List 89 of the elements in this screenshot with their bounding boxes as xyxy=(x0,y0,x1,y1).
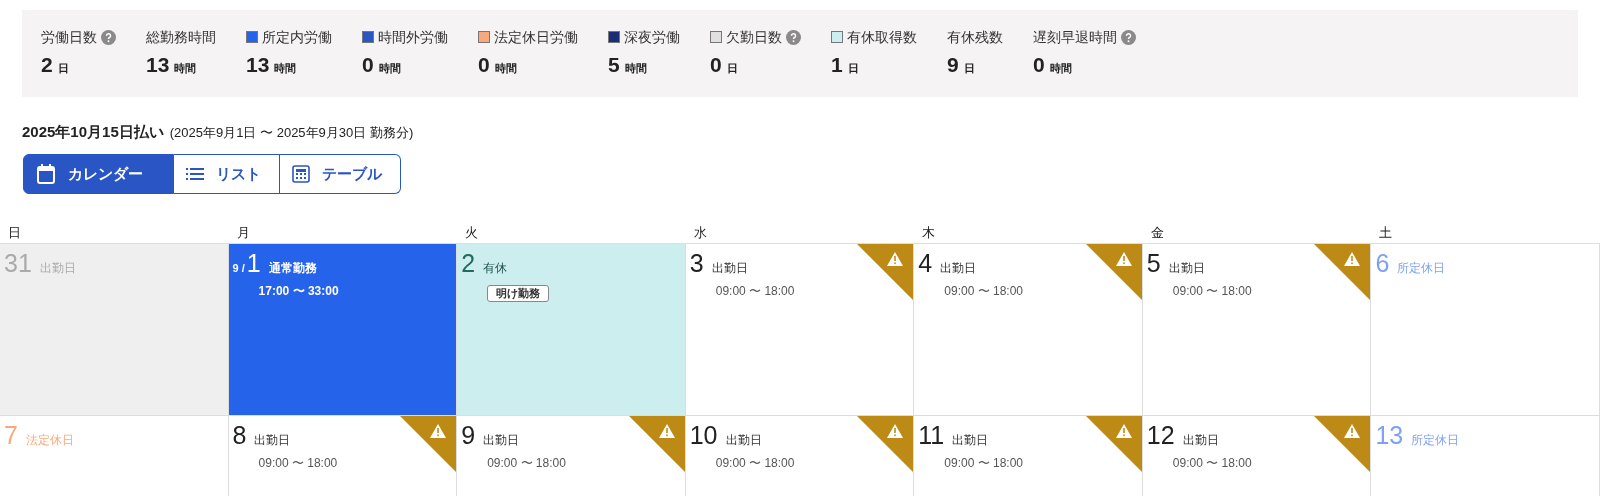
day-number: 3 xyxy=(689,248,704,279)
day-number: 5 xyxy=(1146,248,1161,279)
day-status: 出勤日 xyxy=(1168,260,1205,277)
day-status: 出勤日 xyxy=(725,432,762,449)
stat-value: 5 xyxy=(608,52,620,78)
day-number: 4 xyxy=(918,248,933,279)
day-number: 31 xyxy=(4,248,32,279)
month-label: 9 / xyxy=(232,261,245,276)
work-time: 09:00 〜 18:00 xyxy=(714,283,796,300)
day-number: 11 xyxy=(918,420,945,451)
stat-unit: 時間 xyxy=(378,61,401,76)
day-status: 出勤日 xyxy=(1182,432,1219,449)
stat-label: 深夜労働 xyxy=(624,27,680,47)
day-status: 出勤日 xyxy=(711,260,748,277)
day-number: 10 xyxy=(689,420,718,451)
stat-unit: 時間 xyxy=(494,61,517,76)
help-icon[interactable] xyxy=(101,29,116,45)
stat-unit: 日 xyxy=(57,61,69,76)
day-status: 出勤日 xyxy=(952,432,989,449)
day-status: 出勤日 xyxy=(483,432,520,449)
day-status: 所定休日 xyxy=(1397,260,1446,277)
work-time: 09:00 〜 18:00 xyxy=(486,455,567,472)
day-status: 通常勤務 xyxy=(268,260,317,277)
day-status: 出勤日 xyxy=(39,260,76,277)
work-time: 09:00 〜 18:00 xyxy=(257,455,339,472)
day-number: 2 xyxy=(461,248,476,279)
calendar-icon xyxy=(36,163,56,185)
view-tab[interactable]: リスト xyxy=(174,154,280,194)
stat-unit: 時間 xyxy=(274,61,297,76)
stat-unit: 日 xyxy=(963,61,975,76)
stat-value: 13 xyxy=(246,52,270,78)
day-number: 1 xyxy=(246,248,261,279)
stat-label: 法定休日労働 xyxy=(494,27,578,47)
stat-value: 0 xyxy=(1033,52,1045,78)
stat-unit: 時間 xyxy=(1049,61,1072,76)
stat-label: 所定内労働 xyxy=(262,27,332,47)
stat-label: 有休残数 xyxy=(947,27,1003,47)
day-number: 12 xyxy=(1146,420,1175,451)
stat-value: 0 xyxy=(362,52,374,78)
day-number: 9 xyxy=(461,420,476,451)
weekday-header: 水 xyxy=(693,225,707,240)
view-tab[interactable]: テーブル xyxy=(280,154,401,194)
weekday-header: 金 xyxy=(1150,225,1164,240)
stat-value: 0 xyxy=(478,52,490,78)
weekday-header: 火 xyxy=(465,225,479,240)
weekday-header: 木 xyxy=(922,225,936,240)
day-number: 7 xyxy=(4,420,18,451)
shift-tag: 明け勤務 xyxy=(487,285,550,302)
stat-value: 1 xyxy=(831,52,843,78)
stat-label: 時間外労働 xyxy=(378,27,448,47)
stat-unit: 日 xyxy=(847,61,859,76)
stat-unit: 時間 xyxy=(174,61,197,76)
stat-value: 0 xyxy=(710,52,722,78)
list-icon xyxy=(186,167,204,181)
stat-value: 2 xyxy=(41,52,53,78)
calculator-icon xyxy=(292,165,310,183)
stat-label: 総勤務時間 xyxy=(146,27,216,47)
stat-label: 遅刻早退時間 xyxy=(1033,27,1117,47)
day-status: 有休 xyxy=(483,260,508,277)
day-status: 出勤日 xyxy=(940,260,977,277)
work-time: 09:00 〜 18:00 xyxy=(1171,455,1253,472)
calendar-day-cell[interactable]: 2 有休 明け勤務 xyxy=(457,244,686,415)
calendar-day-cell[interactable]: 9 /1 通常勤務 17:00 〜 33:00 xyxy=(228,244,458,415)
weekday-header: 月 xyxy=(236,225,250,240)
day-number: 8 xyxy=(232,420,247,451)
work-time: 09:00 〜 18:00 xyxy=(714,455,796,472)
work-time: 09:00 〜 18:00 xyxy=(943,283,1024,300)
payday-title: 2025年10月15日払い xyxy=(22,122,164,142)
work-time: 09:00 〜 18:00 xyxy=(1171,283,1253,300)
view-tab[interactable]: カレンダー xyxy=(23,154,174,194)
weekday-header: 日 xyxy=(8,225,21,240)
stat-label: 労働日数 xyxy=(41,27,97,47)
day-status: 法定休日 xyxy=(25,432,74,449)
work-period: (2025年9月1日 〜 2025年9月30日 勤務分) xyxy=(169,124,414,142)
work-time: 17:00 〜 33:00 xyxy=(257,283,340,300)
stat-label: 有休取得数 xyxy=(847,27,917,47)
weekday-header: 土 xyxy=(1379,225,1393,240)
stat-value: 13 xyxy=(146,52,170,78)
stat-value: 9 xyxy=(947,52,959,78)
help-icon[interactable] xyxy=(1121,29,1136,45)
day-status: 所定休日 xyxy=(1411,432,1460,449)
work-time: 09:00 〜 18:00 xyxy=(943,455,1024,472)
day-status: 出勤日 xyxy=(254,432,291,449)
stat-unit: 日 xyxy=(726,61,738,76)
stat-label: 欠勤日数 xyxy=(726,27,782,47)
stat-unit: 時間 xyxy=(624,61,647,76)
day-number: 6 xyxy=(1375,248,1390,279)
day-number: 13 xyxy=(1375,420,1404,451)
help-icon[interactable] xyxy=(786,29,801,45)
